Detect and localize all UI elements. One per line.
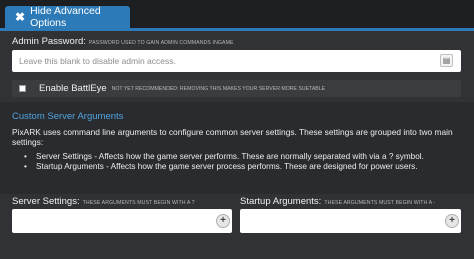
- admin-password-hint: PASSWORD USED TO GAIN ADMIN COMMANDS ING…: [88, 40, 234, 46]
- startup-arguments-input[interactable]: [240, 209, 461, 233]
- close-icon: ✖: [15, 10, 26, 24]
- battleye-hint: NOT YET RECOMMENDED: REMOVING THIS MAKES…: [111, 85, 326, 92]
- custom-args-bullet-list: Server Settings - Affects how the game s…: [24, 152, 464, 172]
- custom-args-title: Custom Server Arguments: [12, 111, 124, 122]
- battleye-row: Enable BattlEye NOT YET RECOMMENDED: REM…: [12, 80, 461, 97]
- admin-password-label: Admin Password:: [12, 36, 86, 47]
- admin-password-input[interactable]: [12, 50, 461, 72]
- add-server-setting-button[interactable]: +: [216, 214, 230, 228]
- custom-args-description: PixARK uses command line arguments to co…: [12, 127, 453, 147]
- list-item: Startup Arguments - Affects how the game…: [24, 162, 464, 172]
- password-manager-icon[interactable]: ▤: [440, 54, 453, 67]
- server-settings-label: Server Settings:: [12, 196, 80, 207]
- battleye-label: Enable BattlEye: [39, 83, 107, 94]
- server-settings-input[interactable]: [12, 209, 232, 233]
- add-startup-argument-button[interactable]: +: [445, 214, 459, 228]
- battleye-checkbox[interactable]: [19, 85, 26, 92]
- hide-advanced-options-tab[interactable]: ✖ Hide Advanced Options: [5, 5, 130, 29]
- startup-arguments-label: Startup Arguments:: [240, 196, 322, 207]
- tab-label: Hide Advanced Options: [30, 5, 101, 29]
- server-settings-label-row: Server Settings: THESE ARGUMENTS MUST BE…: [12, 196, 195, 207]
- startup-arguments-label-row: Startup Arguments: THESE ARGUMENTS MUST …: [240, 196, 435, 207]
- server-settings-hint: THESE ARGUMENTS MUST BEGIN WITH A ?: [82, 200, 195, 206]
- startup-arguments-hint: THESE ARGUMENTS MUST BEGIN WITH A -: [324, 200, 436, 206]
- admin-password-label-row: Admin Password: PASSWORD USED TO GAIN AD…: [12, 36, 234, 47]
- list-item: Server Settings - Affects how the game s…: [24, 152, 464, 162]
